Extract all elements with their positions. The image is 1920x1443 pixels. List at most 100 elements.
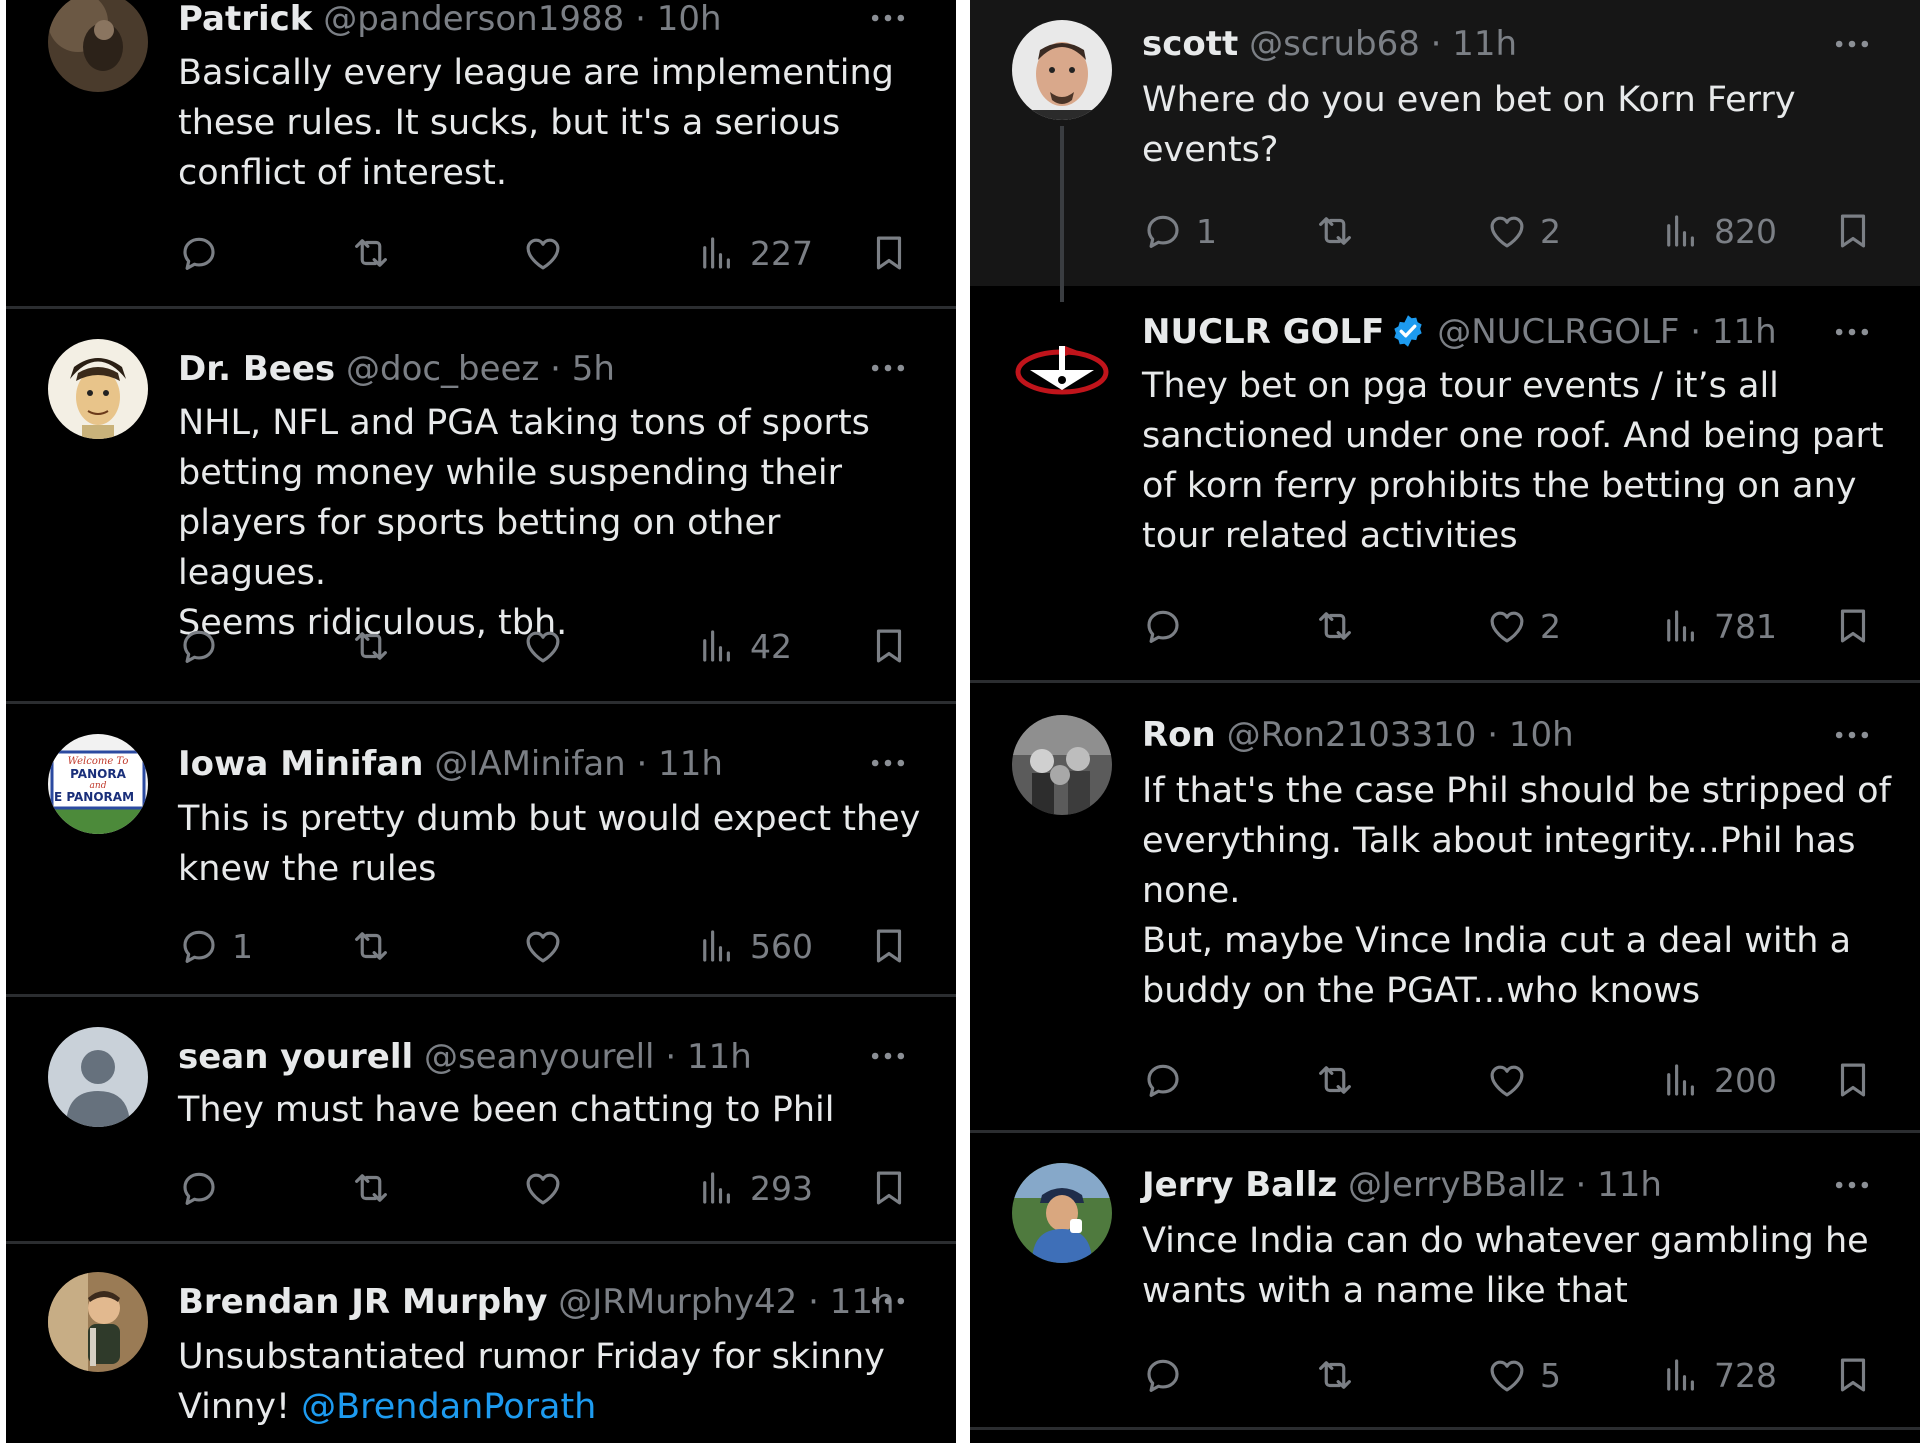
more-icon[interactable] [866, 0, 910, 40]
reply-button[interactable] [178, 618, 232, 674]
avatar[interactable] [1012, 715, 1112, 815]
bookmark-button[interactable] [1832, 203, 1874, 259]
author-name[interactable]: Jerry Ballz [1142, 1165, 1337, 1205]
bookmark-button[interactable] [868, 918, 910, 974]
mention-link[interactable]: @BrendanPorath [301, 1387, 596, 1427]
retweet-button[interactable] [350, 918, 392, 974]
author-name[interactable]: NUCLR GOLF [1142, 312, 1384, 352]
bookmark-icon [868, 925, 910, 967]
timestamp[interactable]: 11h [687, 1037, 752, 1077]
author-name[interactable]: Iowa Minifan [178, 744, 424, 784]
like-icon [1486, 210, 1528, 252]
tweet[interactable]: Ron @Ron2103310 · 10h If that's the case… [970, 683, 1920, 1130]
like-button[interactable]: 5 [1486, 1347, 1561, 1403]
bookmark-button[interactable] [1832, 598, 1874, 654]
bookmark-button[interactable] [868, 618, 910, 674]
retweet-button[interactable] [1314, 1052, 1356, 1108]
timestamp[interactable]: 11h [1712, 312, 1777, 352]
timestamp[interactable]: 10h [1509, 715, 1574, 755]
timestamp[interactable]: 11h [658, 744, 723, 784]
author-handle[interactable]: @IAMinifan [434, 744, 625, 784]
author-handle[interactable]: @JRMurphy42 [558, 1282, 797, 1322]
views-button[interactable]: 560 [696, 918, 813, 974]
author-handle[interactable]: @scrub68 [1249, 24, 1420, 64]
bookmark-icon [1832, 1354, 1874, 1396]
reply-button[interactable] [1142, 1052, 1196, 1108]
more-icon[interactable] [866, 741, 910, 785]
tweet[interactable]: Patrick @panderson1988 · 10h Basically e… [6, 0, 956, 306]
tweet[interactable]: NUCLR GOLF @NUCLRGOLF · 11h They bet on … [970, 286, 1920, 680]
reply-button[interactable] [1142, 598, 1196, 654]
avatar[interactable]: Welcome To PANORA and E PANORAM [48, 734, 148, 834]
views-button[interactable]: 820 [1660, 203, 1777, 259]
retweet-button[interactable] [350, 225, 392, 281]
views-button[interactable]: 200 [1660, 1052, 1777, 1108]
author-name[interactable]: Patrick [178, 0, 312, 39]
avatar[interactable] [1012, 1163, 1112, 1263]
author-name[interactable]: sean yourell [178, 1037, 413, 1077]
tweet[interactable]: sean yourell @seanyourell · 11h They mus… [6, 997, 956, 1241]
tweet[interactable]: Welcome To PANORA and E PANORAM Iowa Min… [6, 704, 956, 994]
reply-icon [178, 232, 220, 274]
author-handle[interactable]: @panderson1988 [323, 0, 624, 39]
bookmark-button[interactable] [1832, 1347, 1874, 1403]
author-name[interactable]: Ron [1142, 715, 1216, 755]
like-button[interactable] [522, 918, 576, 974]
reply-button[interactable]: 1 [1142, 203, 1217, 259]
timestamp[interactable]: 10h [657, 0, 722, 39]
views-button[interactable]: 227 [696, 225, 813, 281]
tweet[interactable]: scott @scrub68 · 11h Where do you even b… [970, 0, 1920, 286]
views-button[interactable]: 728 [1660, 1347, 1777, 1403]
author-name[interactable]: Brendan JR Murphy [178, 1282, 547, 1322]
like-button[interactable] [522, 225, 576, 281]
bookmark-button[interactable] [868, 1160, 910, 1216]
retweet-button[interactable] [350, 618, 392, 674]
author-name[interactable]: scott [1142, 24, 1238, 64]
avatar[interactable] [1012, 20, 1112, 120]
bookmark-icon [1832, 605, 1874, 647]
timestamp[interactable]: 11h [1452, 24, 1517, 64]
like-button[interactable] [522, 1160, 576, 1216]
like-button[interactable] [522, 618, 576, 674]
more-icon[interactable] [1830, 1163, 1874, 1207]
more-icon[interactable] [866, 346, 910, 390]
more-icon[interactable] [866, 1279, 910, 1323]
retweet-button[interactable] [1314, 1347, 1356, 1403]
more-icon[interactable] [866, 1034, 910, 1078]
author-handle[interactable]: @NUCLRGOLF [1437, 312, 1679, 352]
retweet-button[interactable] [1314, 203, 1356, 259]
tweet-text: Where do you even bet on Korn Ferry even… [1142, 80, 1796, 170]
tweet[interactable]: Brendan JR Murphy @JRMurphy42 · 11h Unsu… [6, 1244, 956, 1443]
like-button[interactable]: 2 [1486, 203, 1561, 259]
bookmark-button[interactable] [1832, 1052, 1874, 1108]
bookmark-button[interactable] [868, 225, 910, 281]
more-icon[interactable] [1830, 310, 1874, 354]
tweet[interactable]: Jerry Ballz @JerryBBallz · 11h Vince Ind… [970, 1133, 1920, 1427]
avatar[interactable] [1012, 316, 1112, 416]
author-handle[interactable]: @Ron2103310 [1227, 715, 1477, 755]
avatar[interactable] [48, 339, 148, 439]
reply-button[interactable] [178, 225, 232, 281]
timestamp[interactable]: 11h [1597, 1165, 1662, 1205]
author-handle[interactable]: @seanyourell [424, 1037, 655, 1077]
more-icon[interactable] [1830, 713, 1874, 757]
like-button[interactable]: 2 [1486, 598, 1561, 654]
retweet-button[interactable] [350, 1160, 392, 1216]
reply-button[interactable]: 1 [178, 918, 253, 974]
like-button[interactable] [1486, 1052, 1540, 1108]
retweet-button[interactable] [1314, 598, 1356, 654]
reply-button[interactable] [1142, 1347, 1196, 1403]
author-handle[interactable]: @JerryBBallz [1348, 1165, 1565, 1205]
more-icon[interactable] [1830, 22, 1874, 66]
views-button[interactable]: 42 [696, 618, 792, 674]
views-button[interactable]: 293 [696, 1160, 813, 1216]
avatar[interactable] [48, 1027, 148, 1127]
author-handle[interactable]: @doc_beez [346, 349, 539, 389]
timestamp[interactable]: 5h [572, 349, 615, 389]
avatar[interactable] [48, 0, 148, 92]
author-name[interactable]: Dr. Bees [178, 349, 335, 389]
avatar[interactable] [48, 1272, 148, 1372]
reply-button[interactable] [178, 1160, 232, 1216]
tweet[interactable]: Dr. Bees @doc_beez · 5h NHL, NFL and PGA… [6, 309, 956, 701]
views-button[interactable]: 781 [1660, 598, 1777, 654]
